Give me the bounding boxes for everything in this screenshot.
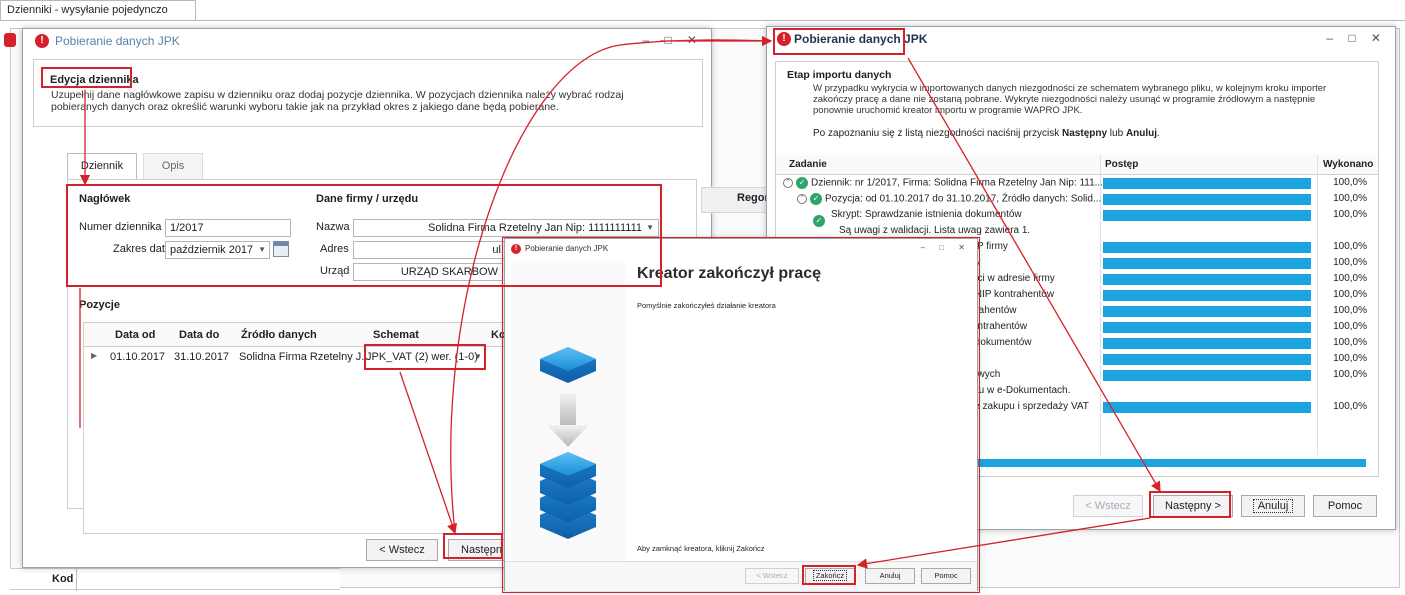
task-row[interactable]: ortu w e-Dokumentach. <box>967 385 1070 396</box>
task-label: ortu w e-Dokumentach. <box>967 385 1071 396</box>
overall-progress <box>933 459 1366 467</box>
task-percent: 100,0% <box>1333 321 1367 332</box>
right-cancel-label: Anuluj <box>1252 499 1294 513</box>
check-icon: ✓ <box>813 215 825 227</box>
task-label: Skrypt: Sprawdzanie istnienia dokumentów <box>831 209 1022 220</box>
cell-data-od: 01.10.2017 <box>110 351 166 363</box>
cell-zrodlo: Solidna Firma Rzetelny J... <box>239 351 371 363</box>
stage-hint: Po zapoznaniu się z listą niezgodności n… <box>813 128 1160 139</box>
task-percent: 100,0% <box>1333 257 1367 268</box>
col-postep[interactable]: Postęp <box>1105 159 1138 170</box>
task-percent: 100,0% <box>1333 353 1367 364</box>
col-data-do[interactable]: Data do <box>179 329 219 341</box>
task-row[interactable]: cje zakupu i sprzedaży VAT <box>967 401 1089 412</box>
app-tab-title: Dzienniki - wysyłanie pojedynczo <box>7 4 168 16</box>
hint-suffix: . <box>1157 128 1160 139</box>
check-icon: ✓ <box>810 193 822 205</box>
task-row[interactable]: ości w adresie firmy <box>967 273 1055 284</box>
task-progress-bar <box>1103 274 1311 285</box>
col-zadanie[interactable]: Zadanie <box>789 159 827 170</box>
hint-cancel: Anuluj <box>1125 128 1158 139</box>
task-progress-bar <box>1103 354 1311 365</box>
col-wykonano[interactable]: Wykonano <box>1323 159 1373 170</box>
tab-opis[interactable]: Opis <box>143 153 203 179</box>
task-row[interactable]: v NIP kontrahentów <box>967 289 1054 300</box>
task-label: Dziennik: nr 1/2017, Firma: Solidna Firm… <box>811 177 1103 189</box>
pozycje-label: Pozycje <box>79 299 120 311</box>
task-progress-bar <box>1103 178 1311 189</box>
hint-mid: lub <box>1107 128 1126 139</box>
left-window-title: Pobieranie danych JPK <box>55 34 180 48</box>
col-data-od[interactable]: Data od <box>115 329 155 341</box>
task-percent: 100,0% <box>1333 401 1367 412</box>
task-percent: 100,0% <box>1333 289 1367 300</box>
cell-data-do: 31.10.2017 <box>174 351 230 363</box>
task-percent: 100,0% <box>1333 241 1367 252</box>
highlight-schemat-cell <box>364 344 486 370</box>
tab-dziennik-label: Dziennik <box>80 160 124 172</box>
task-percent: 100,0% <box>1333 305 1367 316</box>
highlight-right-title <box>773 28 905 55</box>
task-progress-bar <box>1103 402 1311 413</box>
stage-title: Etap importu danych <box>787 69 892 81</box>
highlight-center-window <box>502 237 980 593</box>
task-percent: 100,0% <box>1333 369 1367 380</box>
right-window-controls[interactable]: – □ ✕ <box>1326 31 1387 45</box>
code-label: Kod <box>52 573 74 585</box>
task-label: Są uwagi z walidacji. Lista uwag zawiera… <box>839 225 1031 236</box>
task-progress-bar <box>1103 258 1311 269</box>
highlight-right-next <box>1149 491 1231 518</box>
task-progress-bar <box>1103 242 1311 253</box>
highlight-next-button <box>443 533 503 559</box>
task-percent: 100,0% <box>1333 177 1367 188</box>
right-back-button[interactable]: < Wstecz <box>1073 495 1143 517</box>
back-button[interactable]: < Wstecz <box>366 539 438 561</box>
task-row[interactable]: ✓ Skrypt: Sprawdzanie istnienia dokumentó… <box>813 209 1022 227</box>
hint-next: Następny <box>1062 128 1108 139</box>
tab-opis-label: Opis <box>161 160 185 172</box>
error-icon-bg <box>4 33 16 47</box>
bottom-code-row: Kod <box>10 568 340 591</box>
task-row[interactable]: ⌃ ✓ Dziennik: nr 1/2017, Firma: Solidna Fi… <box>783 177 1103 189</box>
task-label: ości w adresie firmy <box>967 273 1055 284</box>
task-percent: 100,0% <box>1333 209 1367 220</box>
task-progress-bar <box>1103 194 1311 205</box>
task-percent: 100,0% <box>1333 337 1367 348</box>
collapse-icon[interactable]: ⌃ <box>797 194 807 204</box>
task-label: cje zakupu i sprzedaży VAT <box>967 401 1089 412</box>
col-schemat[interactable]: Schemat <box>373 329 419 341</box>
task-label: Pozycja: od 01.10.2017 do 31.10.2017, Źr… <box>825 193 1102 205</box>
task-label: v NIP kontrahentów <box>967 289 1055 300</box>
collapse-icon[interactable]: ⌃ <box>783 178 793 188</box>
task-row[interactable]: ⌃ ✓ Pozycja: od 01.10.2017 do 31.10.2017, … <box>797 193 1101 205</box>
task-progress-bar <box>1103 210 1311 221</box>
task-progress-bar <box>1103 370 1311 381</box>
app-tab[interactable]: Dzienniki - wysyłanie pojedynczo <box>0 0 196 20</box>
right-cancel-button[interactable]: Anuluj <box>1241 495 1305 517</box>
left-titlebar: ! Pobieranie danych JPK – □ ✕ <box>23 29 711 53</box>
task-progress-bar <box>1103 338 1311 349</box>
highlight-section-title <box>41 67 132 88</box>
task-progress-bar <box>1103 290 1311 301</box>
task-progress-bar <box>1103 306 1311 317</box>
error-icon: ! <box>35 34 49 48</box>
check-icon: ✓ <box>796 177 808 189</box>
hint-prefix: Po zapoznaniu się z listą niezgodności n… <box>813 128 1063 139</box>
task-row[interactable]: Są uwagi z walidacji. Lista uwag zawiera… <box>839 225 1030 236</box>
row-arrow-icon: ▶ <box>91 351 98 360</box>
left-window-controls[interactable]: – □ ✕ <box>642 33 703 47</box>
task-progress-bar <box>1103 322 1311 333</box>
right-help-button[interactable]: Pomoc <box>1313 495 1377 517</box>
section-description: Uzupełnij dane nagłówkowe zapisu w dzien… <box>51 89 624 113</box>
col-zrodlo[interactable]: Źródło danych <box>241 329 317 341</box>
stage-description: W przypadku wykrycia w importowanych dan… <box>813 83 1327 116</box>
task-percent: 100,0% <box>1333 273 1367 284</box>
task-percent: 100,0% <box>1333 193 1367 204</box>
task-grid-header <box>776 155 1378 175</box>
tab-dziennik[interactable]: Dziennik <box>67 153 137 179</box>
tab-divider <box>0 20 1405 21</box>
